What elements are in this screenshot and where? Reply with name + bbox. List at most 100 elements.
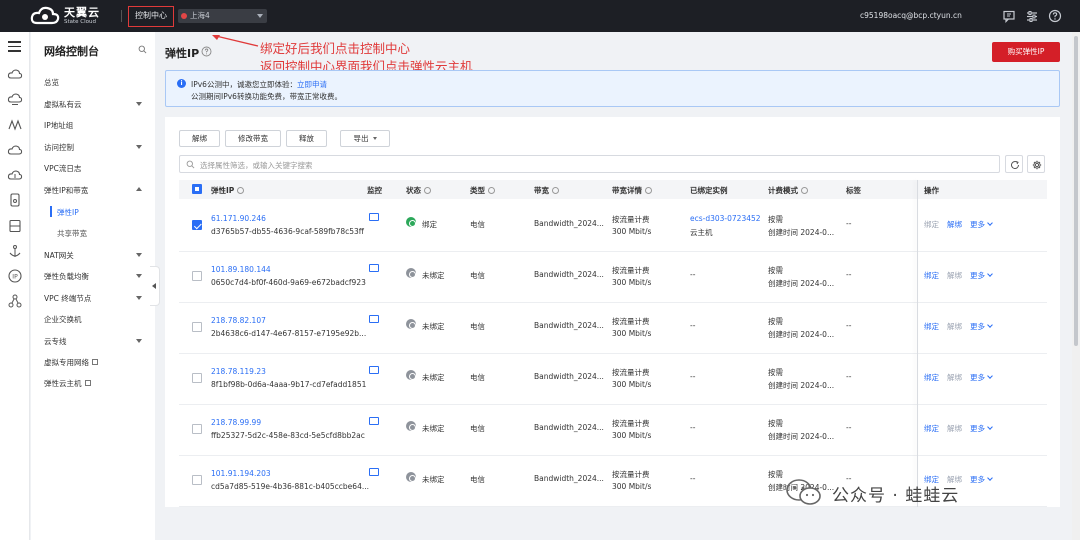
unbind-action[interactable]: 解绑 — [947, 219, 962, 230]
bandwidth-name[interactable]: Bandwidth_2024... — [534, 270, 604, 279]
more-dropdown[interactable]: 更多 — [970, 321, 993, 332]
chevron-down-icon[interactable] — [136, 145, 142, 149]
bandwidth-name[interactable]: Bandwidth_2024... — [534, 423, 604, 432]
row-checkbox[interactable] — [192, 424, 202, 434]
monitor-icon[interactable] — [369, 468, 379, 476]
unbind-button[interactable]: 解绑 — [179, 130, 220, 147]
collapse-sidebar-button[interactable] — [150, 266, 160, 306]
sidebar-item-ecs[interactable]: 弹性云主机 — [44, 378, 91, 389]
server-icon[interactable] — [7, 218, 23, 234]
unbind-action[interactable]: 解绑 — [947, 372, 962, 383]
row-checkbox[interactable] — [192, 220, 202, 230]
chevron-down-icon[interactable] — [136, 253, 142, 257]
menu-icon[interactable] — [8, 41, 21, 55]
unbind-action[interactable]: 解绑 — [947, 321, 962, 332]
unbind-action[interactable]: 解绑 — [947, 270, 962, 281]
column-header[interactable]: 弹性IP — [211, 185, 245, 196]
column-header[interactable]: 计费模式 — [768, 185, 808, 196]
sidebar-item-eip[interactable]: 弹性IP — [57, 207, 79, 218]
monitor-icon[interactable] — [369, 417, 379, 425]
row-checkbox[interactable] — [192, 373, 202, 383]
more-dropdown[interactable]: 更多 — [970, 270, 993, 281]
eip-address-link[interactable]: 101.91.194.203 — [211, 469, 271, 478]
sidebar-item-nat[interactable]: NAT网关 — [44, 250, 74, 261]
row-checkbox[interactable] — [192, 322, 202, 332]
user-account[interactable]: c95198oacq@bcp.ctyun.cn — [860, 11, 962, 20]
sidebar-item-vpn[interactable]: 虚拟专用网络 — [44, 357, 98, 368]
bandwidth-name[interactable]: Bandwidth_2024... — [534, 321, 604, 330]
eip-address-link[interactable]: 218.78.99.99 — [211, 418, 261, 427]
sidebar-item-shared-bandwidth[interactable]: 共享带宽 — [57, 228, 87, 239]
column-header[interactable]: 状态 — [406, 185, 431, 196]
export-dropdown[interactable]: 导出 — [340, 130, 390, 147]
chevron-down-icon[interactable] — [136, 274, 142, 278]
monitor-icon[interactable] — [369, 315, 379, 323]
sidebar-item-vpc-flowlog[interactable]: VPC流日志 — [44, 163, 81, 174]
sidebar-item-direct-connect[interactable]: 云专线 — [44, 336, 67, 347]
chevron-up-icon[interactable] — [136, 187, 142, 191]
more-dropdown[interactable]: 更多 — [970, 219, 993, 230]
cloud-server-icon[interactable] — [7, 91, 23, 107]
settings-sliders-icon[interactable] — [1025, 9, 1039, 23]
settings-button[interactable] — [1027, 155, 1045, 173]
monitor-icon[interactable] — [369, 366, 379, 374]
topology-icon[interactable] — [7, 293, 23, 309]
modify-bandwidth-button[interactable]: 修改带宽 — [225, 130, 281, 147]
bind-action[interactable]: 绑定 — [924, 321, 939, 332]
sidebar-item-elb[interactable]: 弹性负载均衡 — [44, 271, 89, 282]
buy-eip-button[interactable]: 购买弹性IP — [992, 42, 1060, 62]
release-button[interactable]: 释放 — [286, 130, 327, 147]
sidebar-item-access-control[interactable]: 访问控制 — [44, 142, 74, 153]
cloud-outline-icon[interactable] — [7, 142, 23, 158]
sidebar-item-eip-bandwidth[interactable]: 弹性IP和带宽 — [44, 185, 88, 196]
more-dropdown[interactable]: 更多 — [970, 474, 993, 485]
bind-action[interactable]: 绑定 — [924, 219, 939, 230]
chevron-down-icon[interactable] — [136, 102, 142, 106]
bandwidth-name[interactable]: Bandwidth_2024... — [534, 372, 604, 381]
cloud-upload-icon[interactable] — [7, 167, 23, 183]
sidebar-item-overview[interactable]: 总览 — [44, 77, 59, 88]
more-dropdown[interactable]: 更多 — [970, 372, 993, 383]
select-all-checkbox[interactable] — [192, 184, 202, 194]
ctyun-logo[interactable]: 天翼云 State Cloud — [30, 6, 100, 26]
chevron-down-icon[interactable] — [136, 339, 142, 343]
ip-icon[interactable]: IP — [7, 268, 23, 284]
eip-address-link[interactable]: 101.89.180.144 — [211, 265, 271, 274]
sidebar-item-enterprise-switch[interactable]: 企业交换机 — [44, 314, 82, 325]
column-header[interactable]: 带宽 — [534, 185, 559, 196]
apply-now-link[interactable]: 立即申请 — [297, 80, 327, 89]
message-icon[interactable] — [1002, 9, 1016, 23]
refresh-button[interactable] — [1005, 155, 1023, 173]
bandwidth-name[interactable]: Bandwidth_2024... — [534, 219, 604, 228]
anchor-icon[interactable] — [7, 243, 23, 259]
more-dropdown[interactable]: 更多 — [970, 423, 993, 434]
eip-address-link[interactable]: 218.78.119.23 — [211, 367, 266, 376]
network-icon[interactable] — [7, 117, 23, 133]
column-header[interactable]: 类型 — [470, 185, 495, 196]
monitor-icon[interactable] — [369, 213, 379, 221]
monitor-icon[interactable] — [369, 264, 379, 272]
chevron-down-icon[interactable] — [136, 296, 142, 300]
sidebar-item-vpc-endpoint[interactable]: VPC 终端节点 — [44, 293, 91, 304]
sidebar-item-vpc[interactable]: 虚拟私有云 — [44, 99, 82, 110]
unbind-action[interactable]: 解绑 — [947, 423, 962, 434]
scrollbar-thumb[interactable] — [1074, 36, 1078, 346]
page-scrollbar[interactable] — [1072, 32, 1080, 540]
help-circle-icon[interactable] — [1048, 9, 1062, 23]
row-checkbox[interactable] — [192, 475, 202, 485]
bind-action[interactable]: 绑定 — [924, 270, 939, 281]
bind-action[interactable]: 绑定 — [924, 423, 939, 434]
search-input[interactable]: 选择属性筛选，或输入关键字搜索 — [179, 155, 1000, 173]
bind-action[interactable]: 绑定 — [924, 372, 939, 383]
eip-address-link[interactable]: 61.171.90.246 — [211, 214, 266, 223]
column-header[interactable]: 带宽详情 — [612, 185, 652, 196]
console-center-link[interactable]: 控制中心 — [128, 6, 174, 27]
row-checkbox[interactable] — [192, 271, 202, 281]
database-icon[interactable] — [7, 192, 23, 208]
search-icon[interactable] — [138, 45, 147, 54]
cloud-icon[interactable] — [7, 66, 23, 82]
bandwidth-name[interactable]: Bandwidth_2024... — [534, 474, 604, 483]
region-selector[interactable]: 上海4 — [178, 9, 267, 23]
bound-instance[interactable]: ecs-d303-0723452 — [690, 214, 761, 223]
sidebar-item-ip-group[interactable]: IP地址组 — [44, 120, 73, 131]
